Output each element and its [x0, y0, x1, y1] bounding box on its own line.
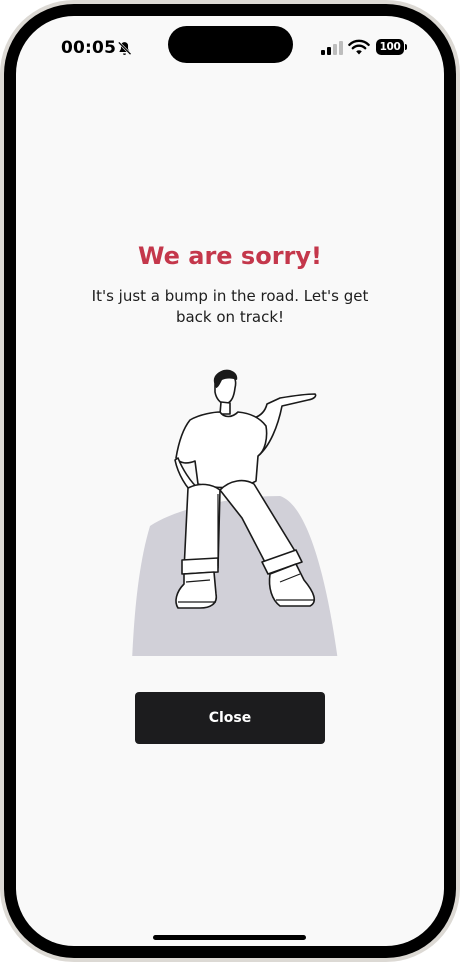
battery-icon: 100 [376, 39, 407, 55]
battery-level: 100 [376, 39, 404, 55]
status-time: 00:05 [61, 38, 117, 58]
signal-icon [321, 41, 343, 55]
device-frame: 00:05 100 We are sorry! It's just a bump… [4, 4, 456, 958]
error-message: It's just a bump in the road. Let's get … [91, 287, 369, 326]
home-indicator[interactable] [153, 935, 306, 940]
screen: 00:05 100 We are sorry! It's just a bump… [16, 16, 444, 946]
status-bar: 00:05 100 [16, 16, 444, 76]
error-title: We are sorry! [138, 242, 322, 270]
wifi-icon [348, 39, 370, 55]
battery-cap [405, 44, 407, 50]
bell-off-icon [117, 41, 132, 56]
device-bezel: 00:05 100 We are sorry! It's just a bump… [0, 0, 460, 962]
sitting-person-illustration [132, 369, 338, 656]
dynamic-island [168, 26, 293, 63]
close-button[interactable]: Close [135, 692, 325, 744]
